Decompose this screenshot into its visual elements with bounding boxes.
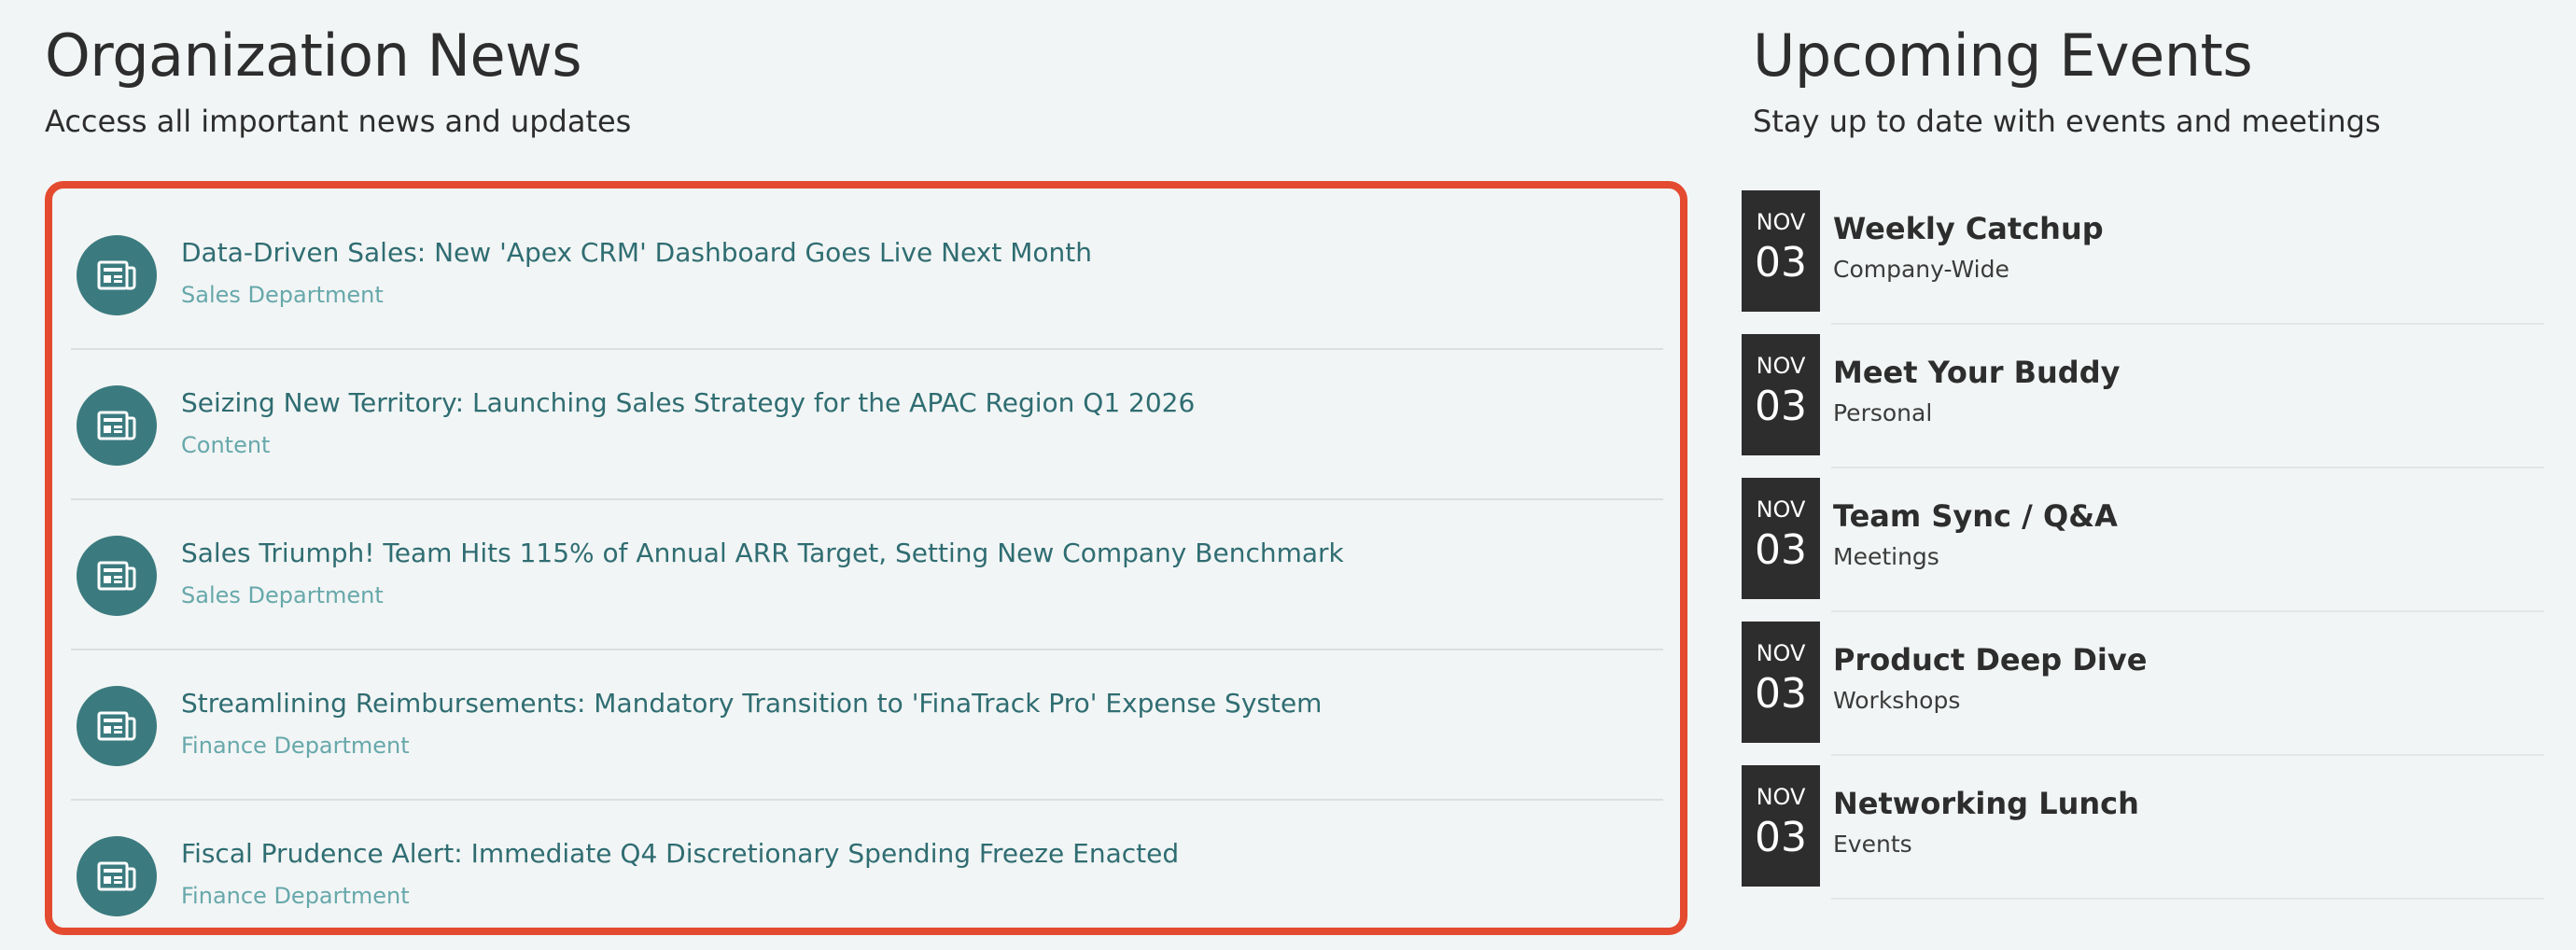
event-date-badge: NOV 03 — [1742, 334, 1820, 455]
news-department: Finance Department — [181, 883, 410, 909]
news-item[interactable]: Streamlining Reimbursements: Mandatory T… — [71, 650, 1663, 801]
event-date-badge: NOV 03 — [1742, 765, 1820, 887]
event-item[interactable]: NOV 03 Team Sync / Q&A Meetings — [1742, 478, 2544, 622]
newspaper-icon — [77, 686, 157, 766]
news-list-highlight: Data-Driven Sales: New 'Apex CRM' Dashbo… — [45, 181, 1687, 935]
news-department: Sales Department — [181, 582, 384, 608]
events-list: NOV 03 Weekly Catchup Company-Wide NOV 0… — [1742, 190, 2544, 909]
event-month: NOV — [1756, 209, 1806, 235]
event-name-link[interactable]: Team Sync / Q&A — [1833, 496, 2118, 536]
news-item[interactable]: Sales Triumph! Team Hits 115% of Annual … — [71, 500, 1663, 650]
event-item[interactable]: NOV 03 Weekly Catchup Company-Wide — [1742, 190, 2544, 334]
event-month: NOV — [1756, 353, 1806, 379]
news-list: Data-Driven Sales: New 'Apex CRM' Dashbo… — [71, 200, 1663, 950]
news-department: Finance Department — [181, 733, 410, 759]
event-name-link[interactable]: Meet Your Buddy — [1833, 353, 2120, 392]
event-date-badge: NOV 03 — [1742, 190, 1820, 312]
news-title-link[interactable]: Sales Triumph! Team Hits 115% of Annual … — [181, 536, 1344, 571]
newspaper-icon — [77, 836, 157, 916]
event-category: Meetings — [1833, 543, 1939, 570]
event-item[interactable]: NOV 03 Meet Your Buddy Personal — [1742, 334, 2544, 478]
event-item[interactable]: NOV 03 Product Deep Dive Workshops — [1742, 622, 2544, 765]
newspaper-icon — [77, 235, 157, 315]
event-category: Company-Wide — [1833, 256, 2009, 283]
event-day: 03 — [1755, 383, 1807, 430]
news-title-link[interactable]: Fiscal Prudence Alert: Immediate Q4 Disc… — [181, 836, 1179, 872]
event-date-badge: NOV 03 — [1742, 622, 1820, 743]
event-day: 03 — [1755, 670, 1807, 718]
event-month: NOV — [1756, 784, 1806, 810]
event-name-link[interactable]: Weekly Catchup — [1833, 209, 2104, 248]
event-name-link[interactable]: Networking Lunch — [1833, 784, 2139, 823]
news-title-link[interactable]: Streamlining Reimbursements: Mandatory T… — [181, 686, 1322, 721]
event-day: 03 — [1755, 814, 1807, 861]
event-date-badge: NOV 03 — [1742, 478, 1820, 599]
event-category: Workshops — [1833, 687, 1961, 714]
news-title-link[interactable]: Data-Driven Sales: New 'Apex CRM' Dashbo… — [181, 235, 1092, 271]
event-month: NOV — [1756, 640, 1806, 666]
news-department: Sales Department — [181, 282, 384, 308]
news-title-link[interactable]: Seizing New Territory: Launching Sales S… — [181, 385, 1195, 421]
event-category: Personal — [1833, 399, 1933, 426]
news-item[interactable]: Fiscal Prudence Alert: Immediate Q4 Disc… — [71, 801, 1663, 950]
newspaper-icon — [77, 385, 157, 466]
event-day: 03 — [1755, 239, 1807, 286]
event-category: Events — [1833, 831, 1912, 858]
events-heading: Upcoming Events — [1753, 21, 2253, 90]
news-item[interactable]: Seizing New Territory: Launching Sales S… — [71, 350, 1663, 500]
event-name-link[interactable]: Product Deep Dive — [1833, 640, 2147, 679]
event-month: NOV — [1756, 496, 1806, 523]
news-heading: Organization News — [45, 21, 582, 90]
event-item[interactable]: NOV 03 Networking Lunch Events — [1742, 765, 2544, 909]
news-subtitle: Access all important news and updates — [45, 104, 632, 139]
newspaper-icon — [77, 536, 157, 616]
event-day: 03 — [1755, 526, 1807, 574]
events-subtitle: Stay up to date with events and meetings — [1753, 104, 2381, 139]
news-department: Content — [181, 432, 271, 458]
news-item[interactable]: Data-Driven Sales: New 'Apex CRM' Dashbo… — [71, 200, 1663, 350]
